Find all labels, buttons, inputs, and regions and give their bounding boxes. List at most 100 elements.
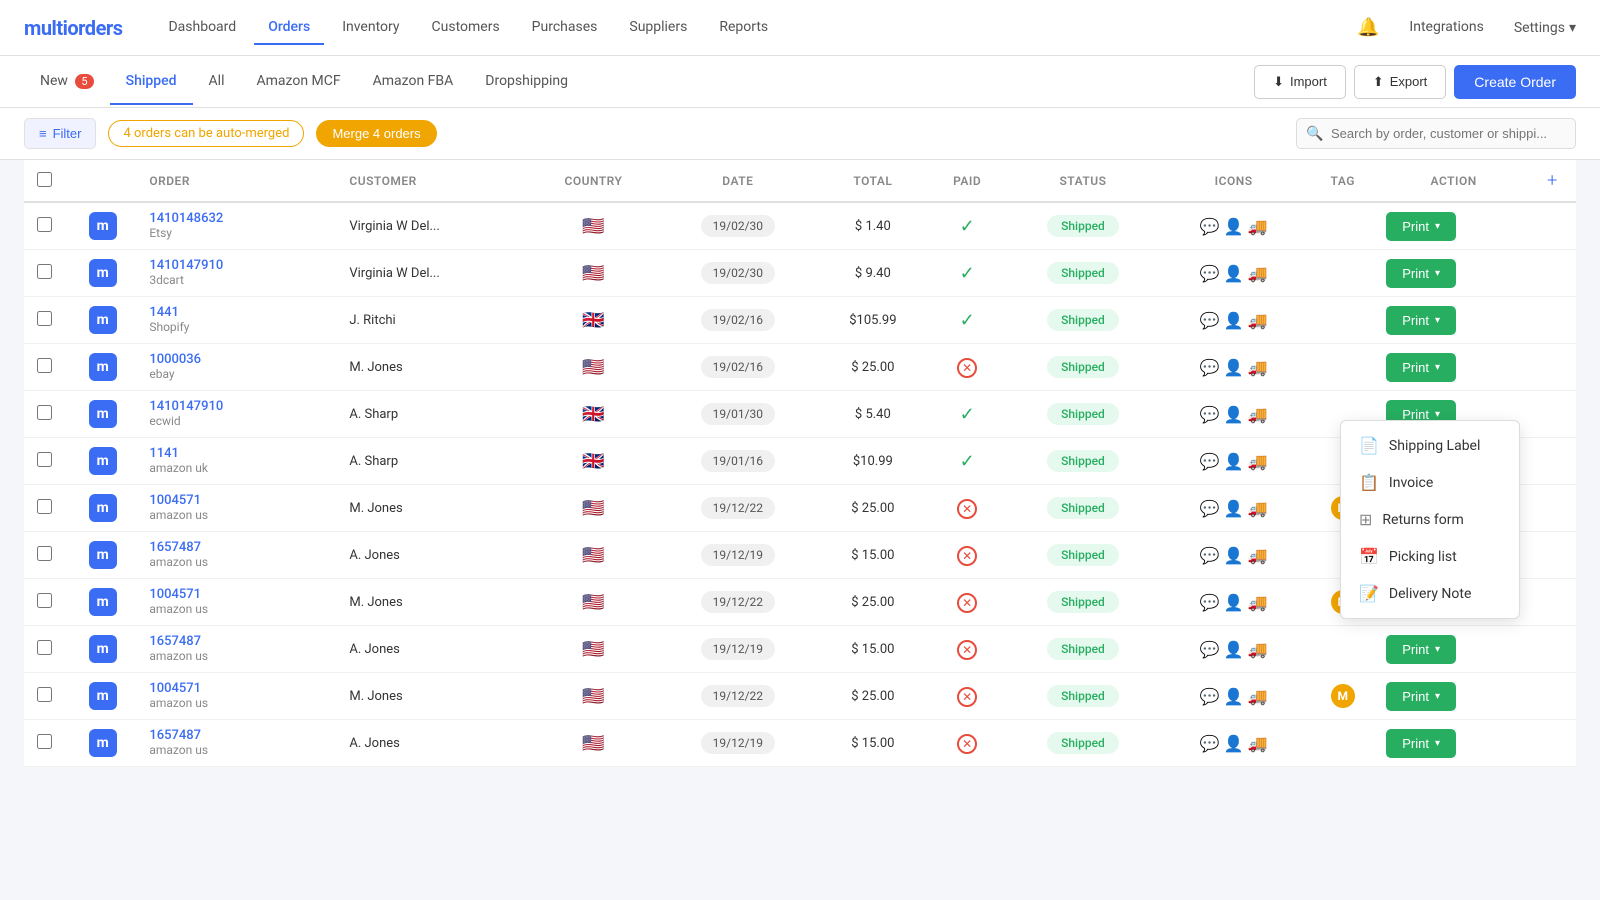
nav-integrations[interactable]: Integrations bbox=[1395, 11, 1497, 45]
nav-dashboard[interactable]: Dashboard bbox=[154, 11, 250, 45]
comment-icon[interactable]: 💬 bbox=[1200, 734, 1220, 753]
dropdown-returns-form[interactable]: ⊞ Returns form bbox=[1341, 501, 1519, 538]
filter-button[interactable]: ≡ Filter bbox=[24, 118, 96, 149]
order-number[interactable]: 1000036 bbox=[149, 352, 333, 367]
dropdown-invoice[interactable]: 📋 Invoice bbox=[1341, 464, 1519, 501]
person-icon[interactable]: 👤 bbox=[1224, 264, 1244, 283]
comment-icon[interactable]: 💬 bbox=[1200, 217, 1220, 236]
print-button[interactable]: Print ▾ bbox=[1386, 682, 1456, 711]
truck-icon[interactable]: 🚚 bbox=[1248, 640, 1268, 659]
comment-icon[interactable]: 💬 bbox=[1200, 499, 1220, 518]
row-checkbox[interactable] bbox=[37, 640, 52, 655]
create-order-button[interactable]: Create Order bbox=[1454, 65, 1576, 99]
search-input[interactable] bbox=[1296, 118, 1576, 149]
platform-icon-cell: m bbox=[64, 626, 141, 673]
nav-orders[interactable]: Orders bbox=[254, 11, 324, 45]
person-icon[interactable]: 👤 bbox=[1224, 311, 1244, 330]
comment-icon[interactable]: 💬 bbox=[1200, 264, 1220, 283]
print-button[interactable]: Print ▾ bbox=[1386, 259, 1456, 288]
person-icon[interactable]: 👤 bbox=[1224, 687, 1244, 706]
dropdown-picking-list[interactable]: 📅 Picking list bbox=[1341, 538, 1519, 575]
tab-new[interactable]: New 5 bbox=[24, 59, 110, 105]
truck-icon[interactable]: 🚚 bbox=[1248, 499, 1268, 518]
person-icon[interactable]: 👤 bbox=[1224, 546, 1244, 565]
settings-link[interactable]: Settings ▾ bbox=[1514, 20, 1576, 36]
nav-reports[interactable]: Reports bbox=[705, 11, 782, 45]
nav-purchases[interactable]: Purchases bbox=[518, 11, 612, 45]
order-number[interactable]: 1410148632 bbox=[149, 211, 333, 226]
person-icon[interactable]: 👤 bbox=[1224, 405, 1244, 424]
person-icon[interactable]: 👤 bbox=[1224, 640, 1244, 659]
comment-icon[interactable]: 💬 bbox=[1200, 687, 1220, 706]
order-number[interactable]: 1441 bbox=[149, 305, 333, 320]
person-icon[interactable]: 👤 bbox=[1224, 217, 1244, 236]
row-checkbox[interactable] bbox=[37, 546, 52, 561]
tab-amazon-mcf[interactable]: Amazon MCF bbox=[241, 59, 357, 105]
truck-icon[interactable]: 🚚 bbox=[1248, 593, 1268, 612]
order-number[interactable]: 1004571 bbox=[149, 681, 333, 696]
dropdown-delivery-note[interactable]: 📝 Delivery Note bbox=[1341, 575, 1519, 612]
row-checkbox[interactable] bbox=[37, 405, 52, 420]
comment-icon[interactable]: 💬 bbox=[1200, 452, 1220, 471]
person-icon[interactable]: 👤 bbox=[1224, 593, 1244, 612]
truck-icon[interactable]: 🚚 bbox=[1248, 264, 1268, 283]
order-number[interactable]: 1410147910 bbox=[149, 258, 333, 273]
print-button[interactable]: Print ▾ bbox=[1386, 353, 1456, 382]
truck-icon[interactable]: 🚚 bbox=[1248, 687, 1268, 706]
select-all-checkbox[interactable] bbox=[37, 172, 52, 187]
merge-button[interactable]: Merge 4 orders bbox=[316, 120, 436, 147]
comment-icon[interactable]: 💬 bbox=[1200, 640, 1220, 659]
order-number[interactable]: 1657487 bbox=[149, 540, 333, 555]
person-icon[interactable]: 👤 bbox=[1224, 734, 1244, 753]
comment-icon[interactable]: 💬 bbox=[1200, 593, 1220, 612]
comment-icon[interactable]: 💬 bbox=[1200, 311, 1220, 330]
order-number[interactable]: 1141 bbox=[149, 446, 333, 461]
order-number[interactable]: 1657487 bbox=[149, 634, 333, 649]
comment-icon[interactable]: 💬 bbox=[1200, 546, 1220, 565]
dropdown-shipping-label[interactable]: 📄 Shipping Label bbox=[1341, 427, 1519, 464]
person-icon[interactable]: 👤 bbox=[1224, 452, 1244, 471]
truck-icon[interactable]: 🚚 bbox=[1248, 405, 1268, 424]
truck-icon[interactable]: 🚚 bbox=[1248, 452, 1268, 471]
add-column-icon[interactable]: + bbox=[1547, 170, 1558, 191]
export-button[interactable]: ⬆ Export bbox=[1354, 65, 1446, 99]
nav-inventory[interactable]: Inventory bbox=[328, 11, 413, 45]
row-checkbox[interactable] bbox=[37, 452, 52, 467]
comment-icon[interactable]: 💬 bbox=[1200, 405, 1220, 424]
person-icon[interactable]: 👤 bbox=[1224, 499, 1244, 518]
truck-icon[interactable]: 🚚 bbox=[1248, 217, 1268, 236]
import-button[interactable]: ⬇ Import bbox=[1254, 65, 1346, 99]
row-checkbox[interactable] bbox=[37, 734, 52, 749]
order-number[interactable]: 1004571 bbox=[149, 493, 333, 508]
truck-icon[interactable]: 🚚 bbox=[1248, 311, 1268, 330]
tab-amazon-fba[interactable]: Amazon FBA bbox=[357, 59, 470, 105]
row-checkbox[interactable] bbox=[37, 593, 52, 608]
status-badge: Shipped bbox=[1047, 497, 1119, 519]
row-checkbox[interactable] bbox=[37, 358, 52, 373]
truck-icon[interactable]: 🚚 bbox=[1248, 358, 1268, 377]
row-checkbox[interactable] bbox=[37, 311, 52, 326]
truck-icon[interactable]: 🚚 bbox=[1248, 546, 1268, 565]
order-number[interactable]: 1004571 bbox=[149, 587, 333, 602]
print-button[interactable]: Print ▾ bbox=[1386, 212, 1456, 241]
row-checkbox[interactable] bbox=[37, 264, 52, 279]
row-checkbox[interactable] bbox=[37, 499, 52, 514]
truck-icon[interactable]: 🚚 bbox=[1248, 734, 1268, 753]
status-badge: Shipped bbox=[1047, 262, 1119, 284]
tab-all[interactable]: All bbox=[193, 59, 241, 105]
print-label: Print bbox=[1402, 360, 1429, 375]
row-checkbox[interactable] bbox=[37, 687, 52, 702]
row-checkbox[interactable] bbox=[37, 217, 52, 232]
tab-shipped[interactable]: Shipped bbox=[110, 59, 193, 105]
comment-icon[interactable]: 💬 bbox=[1200, 358, 1220, 377]
print-button[interactable]: Print ▾ bbox=[1386, 729, 1456, 758]
bell-icon[interactable]: 🔔 bbox=[1357, 17, 1379, 38]
order-number[interactable]: 1410147910 bbox=[149, 399, 333, 414]
tab-dropshipping[interactable]: Dropshipping bbox=[469, 59, 584, 105]
order-number[interactable]: 1657487 bbox=[149, 728, 333, 743]
print-button[interactable]: Print ▾ bbox=[1386, 635, 1456, 664]
person-icon[interactable]: 👤 bbox=[1224, 358, 1244, 377]
nav-suppliers[interactable]: Suppliers bbox=[615, 11, 701, 45]
nav-customers[interactable]: Customers bbox=[418, 11, 514, 45]
print-button[interactable]: Print ▾ bbox=[1386, 306, 1456, 335]
